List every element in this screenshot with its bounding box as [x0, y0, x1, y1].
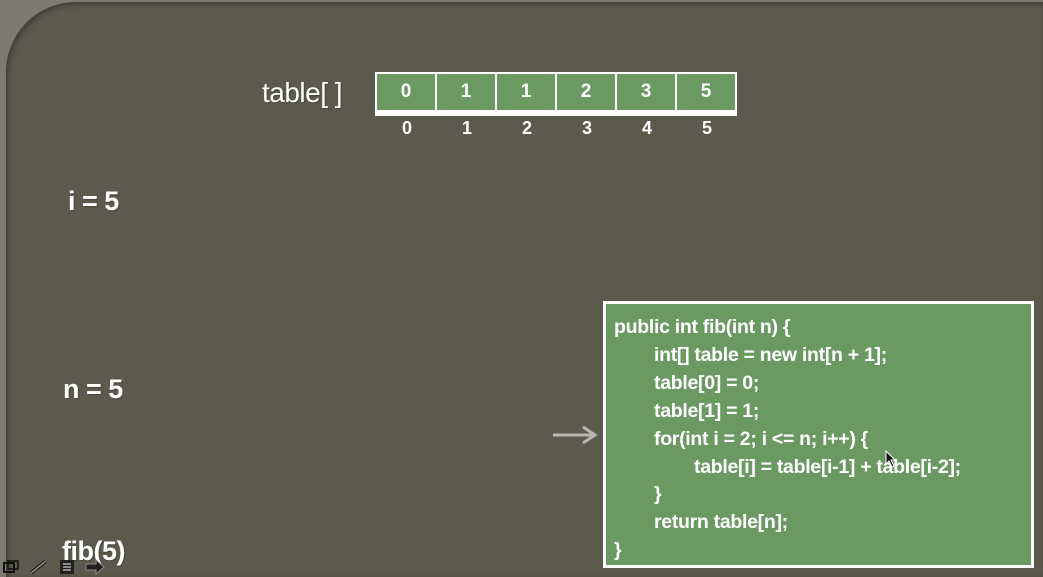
slide-nav-icon[interactable]	[0, 558, 22, 576]
n-variable-label: n = 5	[63, 374, 123, 404]
array-index: 2	[521, 118, 532, 138]
array-index: 3	[581, 118, 592, 138]
mouse-cursor-icon	[885, 450, 897, 468]
presentation-toolbar	[0, 557, 106, 577]
array-cell: 1	[497, 74, 555, 110]
notes-icon[interactable]	[56, 558, 78, 576]
code-box: public int fib(int n) { int[] table = ne…	[603, 301, 1034, 568]
array-table: 0 1 1 2 3 5	[375, 72, 737, 116]
code-line: for(int i = 2; i <= n; i++) {	[654, 427, 868, 450]
array-cell: 5	[677, 74, 735, 110]
table-label: table[ ]	[262, 77, 343, 108]
array-cell: 2	[557, 74, 615, 110]
arrow-right-icon	[553, 425, 598, 445]
code-line: table[0] = 0;	[654, 371, 760, 394]
code-line: }	[614, 539, 622, 562]
array-index: 0	[401, 118, 412, 138]
code-line: table[i] = table[i-1] + table[i-2];	[694, 455, 961, 478]
array-index: 4	[641, 118, 652, 138]
array-cell: 0	[377, 74, 435, 110]
array-indices: 0 1 2 3 4 5	[377, 118, 737, 139]
array-index: 5	[701, 118, 712, 138]
code-line: int[] table = new int[n + 1];	[654, 343, 887, 366]
pen-icon[interactable]	[28, 558, 50, 576]
next-arrow-icon[interactable]	[84, 558, 106, 576]
code-line: return table[n];	[654, 511, 788, 534]
array-index: 1	[461, 118, 472, 138]
array-cell: 3	[617, 74, 675, 110]
array-cell: 1	[437, 74, 495, 110]
code-line: table[1] = 1;	[654, 399, 760, 422]
code-line: public int fib(int n) {	[614, 316, 791, 338]
code-line: }	[654, 483, 662, 506]
i-variable-label: i = 5	[68, 186, 119, 216]
